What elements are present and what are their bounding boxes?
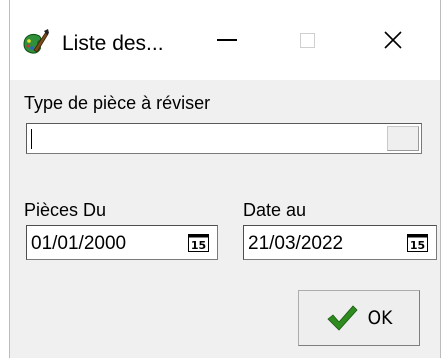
brush-palette-icon: [23, 29, 49, 54]
minimize-icon: [217, 39, 237, 41]
type-piece-lookup-button[interactable]: [387, 126, 419, 151]
ok-button-label: OK: [367, 307, 393, 329]
checkmark-icon: [327, 305, 358, 331]
pieces-du-label: Pièces Du: [24, 200, 107, 220]
maximize-icon: [299, 32, 315, 48]
calendar-day-text: 15: [191, 239, 206, 252]
minimize-button[interactable]: [192, 0, 262, 80]
close-icon: [384, 31, 402, 49]
pieces-du-value: 01/01/2000: [31, 233, 127, 254]
calendar-icon[interactable]: 15: [407, 234, 428, 252]
type-piece-input[interactable]: [26, 123, 422, 154]
type-piece-label: Type de pièce à réviser: [24, 93, 211, 113]
title-bar[interactable]: Liste des...: [10, 0, 440, 80]
close-button[interactable]: [358, 0, 428, 80]
date-au-label: Date au: [243, 200, 307, 220]
maximize-button[interactable]: [272, 0, 342, 80]
ok-button[interactable]: OK: [298, 290, 420, 346]
dialog-client-area: Type de pièce à réviser Pièces Du 01/01/…: [10, 80, 440, 358]
date-au-date-field[interactable]: 21/03/2022 15: [243, 225, 437, 260]
date-au-value: 21/03/2022: [248, 233, 344, 254]
dialog-window: Liste des... Type de pièce à réviser Piè…: [9, 0, 441, 358]
window-title: Liste des...: [62, 32, 164, 55]
pieces-du-date-field[interactable]: 01/01/2000 15: [26, 225, 218, 260]
calendar-icon[interactable]: 15: [188, 234, 209, 252]
calendar-day-text: 15: [410, 239, 425, 252]
text-caret: [31, 129, 32, 149]
